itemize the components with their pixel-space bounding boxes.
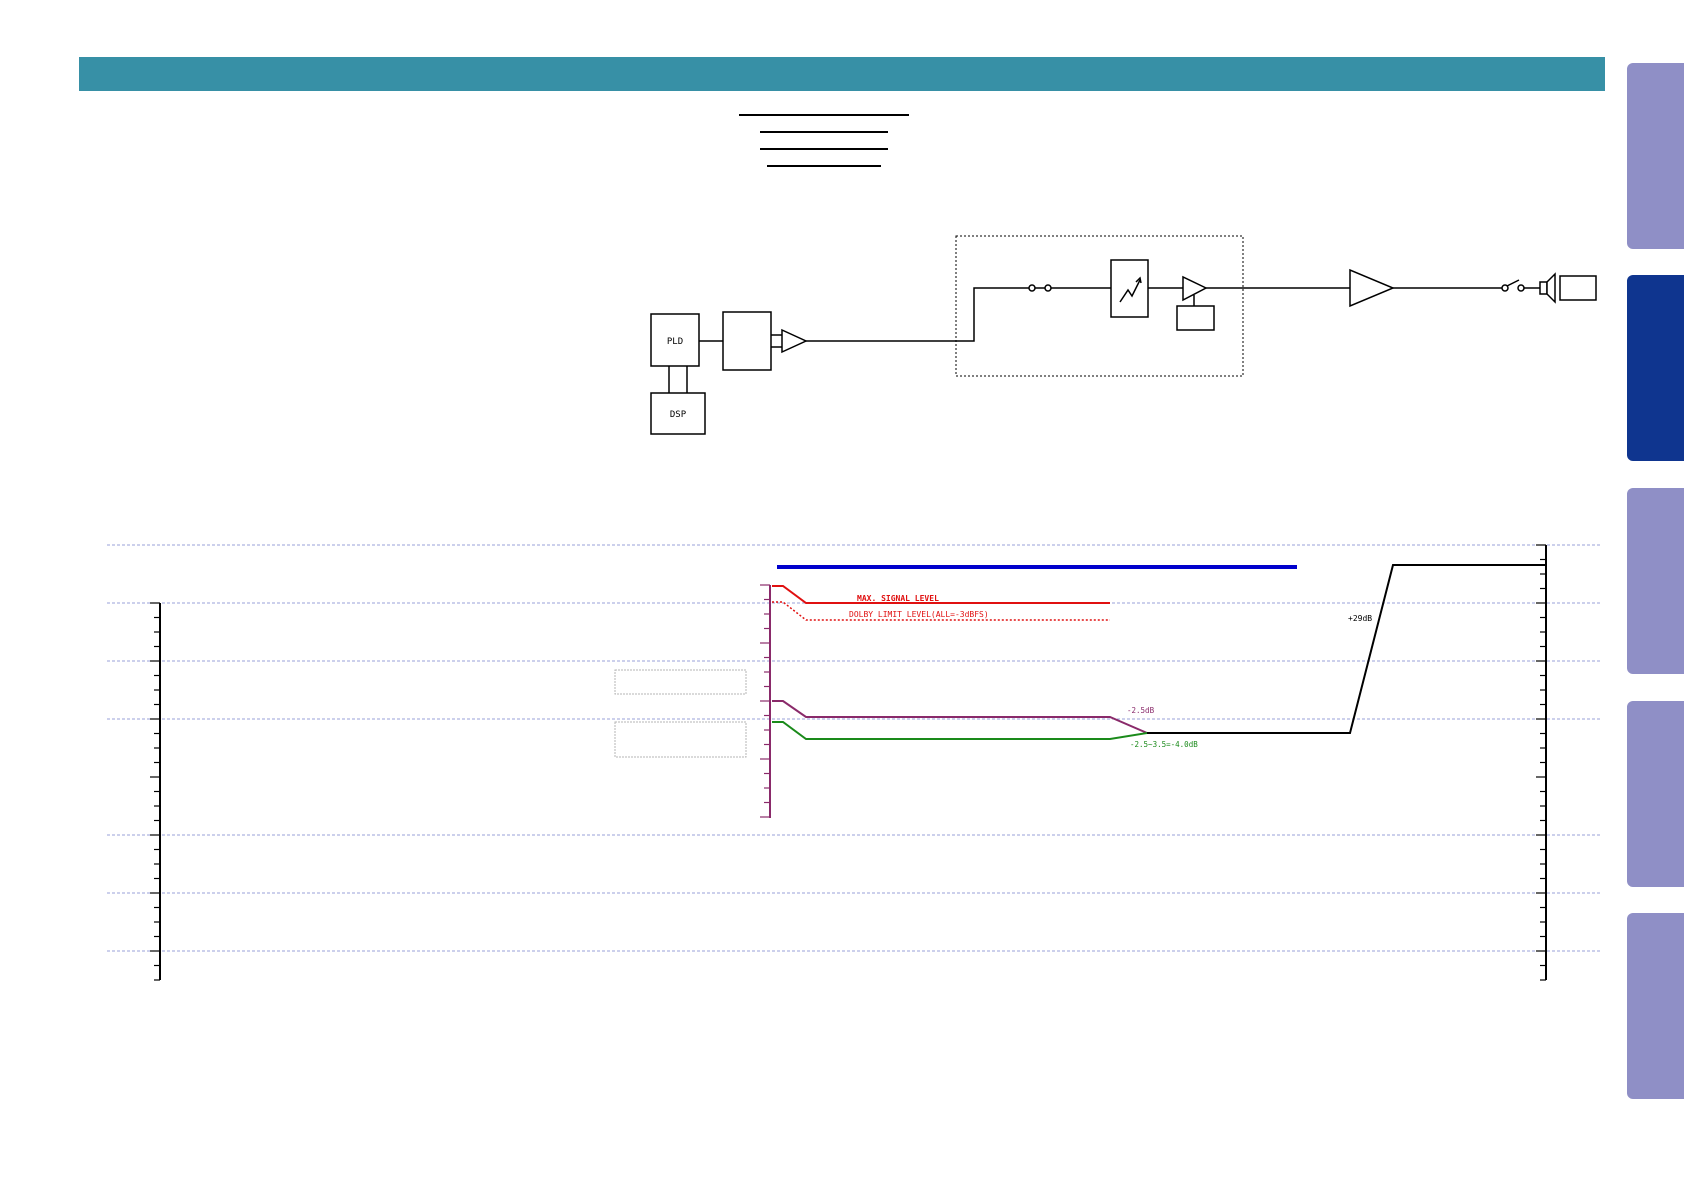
legend-box-2 bbox=[614, 721, 747, 758]
left-scale-ticks bbox=[150, 602, 160, 981]
purple-trace bbox=[772, 700, 1148, 734]
volume-block bbox=[1110, 259, 1149, 318]
dac-block bbox=[722, 311, 772, 371]
green-trace bbox=[772, 721, 1148, 740]
speaker-icon bbox=[1539, 281, 1548, 295]
dsp-label: DSP bbox=[670, 410, 687, 420]
purple-annotation: -2.5dB bbox=[1127, 706, 1155, 715]
buffer-amp bbox=[781, 328, 808, 354]
block-diagram: PLD DSP bbox=[650, 235, 1597, 435]
power-amp bbox=[1349, 268, 1395, 308]
level-grid bbox=[107, 544, 1602, 952]
center-scale-ticks bbox=[760, 584, 770, 818]
signal-diagram: PLD DSP MAX. SIGNAL LEVEL DOLBY LIMIT LE… bbox=[107, 235, 1602, 981]
right-scale-ticks bbox=[1536, 544, 1546, 981]
max-signal-trace bbox=[772, 585, 1110, 604]
dolby-limit-label: DOLBY LIMIT LEVEL(ALL=-3dBFS) bbox=[849, 610, 989, 619]
speaker-output-box bbox=[1559, 275, 1597, 301]
control-block bbox=[1176, 305, 1215, 331]
green-annotation: -2.5~3.5=-4.0dB bbox=[1130, 740, 1198, 749]
max-signal-label: MAX. SIGNAL LEVEL bbox=[857, 594, 939, 603]
gain-annotation: +29dB bbox=[1348, 614, 1372, 623]
legend-box-1 bbox=[614, 669, 747, 695]
pld-label: PLD bbox=[667, 337, 683, 347]
output-trace bbox=[1147, 564, 1546, 734]
